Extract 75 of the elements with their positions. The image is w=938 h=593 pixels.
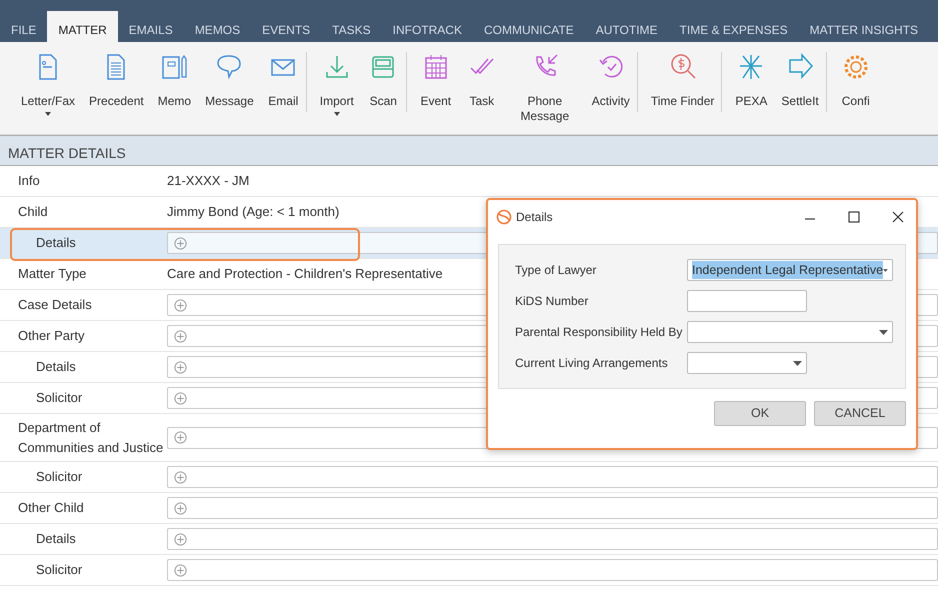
cancel-button[interactable]: CANCEL xyxy=(814,401,906,426)
ribbon-button[interactable]: Scan xyxy=(360,52,407,112)
menu-tab[interactable]: AUTOTIME xyxy=(584,11,669,42)
add-icon[interactable] xyxy=(174,532,187,546)
app-logo-icon xyxy=(496,209,512,225)
ribbon-button[interactable]: Import xyxy=(312,52,361,134)
add-icon[interactable] xyxy=(174,502,187,514)
field-label: Parental Responsibility Held By xyxy=(515,324,684,341)
input-field[interactable] xyxy=(167,497,938,519)
field-label: Info xyxy=(18,172,40,190)
dropdown-field[interactable]: Independent Legal Representative xyxy=(687,259,893,281)
add-icon[interactable] xyxy=(174,330,187,342)
ribbon-button[interactable]: Precedent xyxy=(82,52,151,134)
field-label: Department of Communities and Justice xyxy=(18,419,164,456)
ribbon-button[interactable]: Memo xyxy=(150,52,198,134)
maximize-icon[interactable] xyxy=(846,209,862,225)
field-label: Solicitor xyxy=(36,561,82,580)
input-field[interactable] xyxy=(167,466,938,488)
add-icon[interactable] xyxy=(174,564,187,576)
dialog-title: Details xyxy=(516,209,554,226)
add-icon[interactable] xyxy=(174,360,187,374)
field-label: Solicitor xyxy=(36,389,82,408)
add-icon[interactable] xyxy=(174,392,187,404)
caret-icon xyxy=(793,360,802,366)
close-icon[interactable] xyxy=(890,209,906,225)
dropdown-field[interactable] xyxy=(687,321,893,343)
caret-icon xyxy=(883,268,888,272)
field-label: Child xyxy=(18,203,48,222)
dropdown-field[interactable] xyxy=(687,352,807,374)
field-label: Solicitor xyxy=(36,468,82,486)
caret-icon xyxy=(879,330,888,334)
input-field[interactable] xyxy=(687,290,807,312)
field-label: Case Details xyxy=(18,296,92,314)
field-value: Jimmy Bond (Age: < 1 month) xyxy=(167,203,340,222)
menu-tab[interactable]: MEMOS xyxy=(184,11,252,42)
ribbon-button[interactable]: Email xyxy=(260,52,307,112)
ribbon-button[interactable]: Phone Message xyxy=(504,52,585,134)
field-label: Other Child xyxy=(18,499,84,518)
input-field[interactable] xyxy=(167,559,938,581)
menu-tab[interactable]: TIME & EXPENSES xyxy=(668,11,799,42)
menu-tab[interactable]: EVENTS xyxy=(251,11,322,42)
ribbon-button[interactable]: Event xyxy=(412,52,459,134)
menu-tab[interactable]: COMMUNICATE xyxy=(472,11,585,42)
ribbon-button[interactable]: SettleIt xyxy=(774,52,827,112)
menu-tab[interactable]: MATTER INSIGHTS xyxy=(798,11,930,42)
menu-tab[interactable]: TASKS xyxy=(321,11,382,42)
field-value: Care and Protection - Children's Representative xyxy=(167,265,443,284)
ok-button[interactable]: OK xyxy=(714,401,806,426)
ribbon-button[interactable]: PEXA xyxy=(728,52,774,134)
add-icon[interactable] xyxy=(174,470,187,484)
menu-tab[interactable]: INFOTRACK xyxy=(382,11,473,42)
input-field[interactable] xyxy=(167,528,938,550)
ribbon-button[interactable]: Time Finder xyxy=(644,52,722,112)
field-label: Other Party xyxy=(18,327,84,346)
ribbon-button[interactable]: Letter/Fax xyxy=(14,52,82,134)
notebook-icon xyxy=(160,52,188,82)
add-icon[interactable] xyxy=(174,298,187,312)
menu-tab[interactable]: FILE xyxy=(0,11,48,42)
field-value: 21-XXXX - JM xyxy=(167,172,250,190)
add-icon[interactable] xyxy=(174,431,187,444)
field-label: Details xyxy=(36,530,76,548)
add-icon[interactable] xyxy=(174,236,187,250)
menu-tab[interactable]: MATTER xyxy=(47,11,118,42)
field-label: Current Living Arrangements xyxy=(515,355,669,372)
ribbon-button[interactable]: Task xyxy=(458,52,505,134)
ribbon-button[interactable]: Message xyxy=(198,52,261,134)
section-header: MATTER DETAILS xyxy=(0,135,938,166)
field-label: Details xyxy=(36,234,76,252)
menu-tab[interactable]: EMAILS xyxy=(118,11,184,42)
field-label: Details xyxy=(36,358,76,376)
field-label: KiDS Number xyxy=(515,293,590,310)
field-label: Matter Type xyxy=(18,265,86,284)
ribbon-button[interactable]: Confi xyxy=(832,52,879,134)
ribbon-button[interactable]: Activity xyxy=(584,52,638,112)
field-label: Type of Lawyer xyxy=(515,262,598,279)
